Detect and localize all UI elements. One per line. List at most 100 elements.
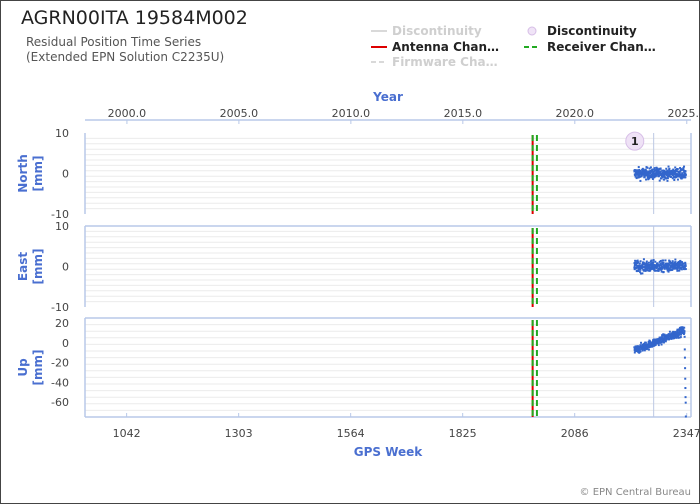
data-point	[639, 260, 642, 263]
top-tick-label: 2000.0	[108, 107, 147, 120]
data-point	[640, 175, 643, 178]
panel-east: 10 0 -10 East [mm]	[16, 220, 692, 314]
data-point	[649, 166, 652, 169]
data-point	[658, 174, 661, 177]
data-point	[684, 377, 687, 380]
data-point	[683, 326, 686, 329]
data-point	[666, 177, 669, 180]
data-point	[647, 348, 650, 351]
data-point	[666, 179, 669, 182]
data-point	[684, 401, 687, 404]
data-point	[678, 269, 681, 272]
data-point	[684, 173, 687, 176]
top-tick-label: 2005.0	[220, 107, 259, 120]
data-point	[669, 260, 672, 263]
y-tick-label: -20	[51, 357, 69, 370]
data-point	[659, 259, 662, 262]
data-point	[664, 259, 667, 262]
data-point	[684, 268, 687, 271]
data-point	[639, 268, 642, 271]
data-point	[646, 166, 649, 169]
y-axis-unit: [mm]	[31, 156, 45, 192]
data-point	[674, 261, 677, 264]
y-tick-label: 0	[62, 261, 69, 274]
data-point	[662, 261, 665, 264]
data-point	[657, 344, 660, 347]
data-point	[684, 415, 687, 418]
data-point	[667, 165, 670, 168]
y-tick-label: -40	[51, 376, 69, 389]
y-tick-label: -10	[51, 301, 69, 314]
data-point	[684, 170, 687, 173]
y-tick-label: 20	[55, 317, 69, 330]
copyright-notice: © EPN Central Bureau	[579, 487, 691, 498]
chart-panels: 100-10North [mm]1100-10East [mm]200-20-40-…	[16, 127, 692, 418]
data-point	[636, 259, 639, 262]
top-tick-label: 2020.0	[556, 107, 595, 120]
data-point	[660, 343, 663, 346]
data-point	[645, 260, 648, 263]
data-point	[659, 167, 662, 170]
data-point	[668, 330, 671, 333]
data-point	[683, 348, 686, 351]
y-axis-label: East	[16, 252, 30, 281]
data-point	[642, 258, 645, 261]
data-point	[650, 259, 653, 262]
data-point	[683, 335, 686, 338]
data-point	[653, 167, 656, 170]
y-tick-label: 0	[62, 337, 69, 350]
panel-up: 20 0 -20 -40 -60 Up [mm]	[16, 317, 692, 418]
data-point	[680, 268, 683, 271]
data-point	[676, 178, 679, 181]
data-point	[634, 259, 637, 262]
data-point	[643, 349, 646, 352]
data-point	[647, 261, 650, 264]
data-point	[683, 330, 686, 333]
chart-frame: AGRN00ITA 19584M002 Residual Position Ti…	[0, 0, 700, 504]
data-point	[637, 166, 640, 169]
bottom-axis-label: GPS Week	[354, 445, 424, 459]
data-point	[684, 176, 687, 179]
data-point	[640, 341, 643, 344]
data-point	[683, 165, 686, 168]
data-point	[644, 341, 647, 344]
data-point	[668, 167, 671, 170]
data-point	[639, 179, 642, 182]
panel-north: 100-10North [mm]1	[16, 127, 692, 221]
data-point	[684, 387, 687, 390]
y-axis-unit: [mm]	[31, 249, 45, 285]
data-point	[665, 177, 668, 180]
y-tick-label: 10	[55, 220, 69, 233]
top-axis-label: Year	[372, 90, 403, 104]
data-point	[652, 261, 655, 264]
data-point	[673, 178, 676, 181]
top-tick-label: 2010.0	[332, 107, 371, 120]
y-tick-label: 10	[55, 127, 69, 140]
bottom-tick-label: 1825	[449, 427, 477, 440]
data-point	[681, 172, 684, 175]
y-axis-label: Up	[16, 358, 30, 377]
top-tick-label: 2025.0	[668, 107, 699, 120]
data-point	[635, 176, 638, 179]
data-point	[638, 262, 641, 265]
data-point	[662, 270, 665, 273]
chart-area: Year GPS Week 2000.0 2005.0 2010.0 2015.0 20…	[16, 90, 699, 459]
data-point	[674, 166, 677, 169]
bottom-axis-ticks: 1042 1303 1564 1825 2086 2347	[85, 413, 699, 440]
data-point	[684, 265, 687, 268]
data-point	[662, 259, 665, 262]
data-point	[645, 178, 648, 181]
bottom-tick-label: 1564	[337, 427, 365, 440]
data-point	[658, 179, 661, 182]
top-axis-ticks: 2000.0 2005.0 2010.0 2015.0 2020.0 2025.0	[85, 107, 699, 124]
bottom-tick-label: 1042	[113, 427, 141, 440]
data-point	[676, 168, 679, 171]
y-axis-unit: [mm]	[31, 350, 45, 386]
data-point	[684, 396, 687, 399]
discontinuity-marker-label: 1	[631, 135, 639, 148]
top-tick-label: 2015.0	[444, 107, 483, 120]
data-point	[682, 262, 685, 265]
data-point	[671, 260, 674, 263]
data-point	[665, 167, 668, 170]
bottom-tick-label: 1303	[225, 427, 253, 440]
